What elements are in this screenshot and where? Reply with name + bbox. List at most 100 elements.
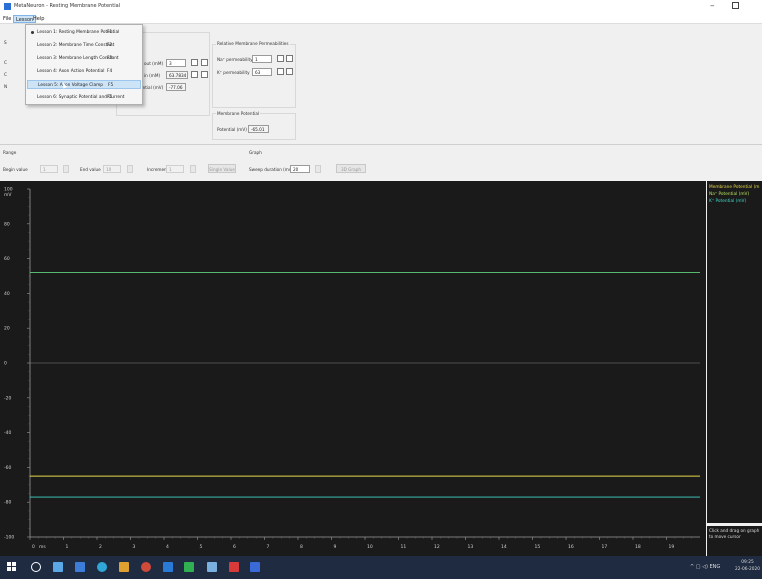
x-tick-label: 12 (434, 544, 440, 550)
photos-icon[interactable] (207, 562, 217, 572)
y-tick-label: 100 (4, 187, 13, 193)
sweep-duration-field[interactable]: 20 (290, 165, 310, 173)
system-tray[interactable]: ^ □ ◁) ENG (690, 564, 720, 570)
x-tick-label: 3 (133, 544, 136, 550)
conc-out-checkbox-2[interactable] (201, 59, 208, 66)
metaneuron-taskbar-icon[interactable] (250, 562, 260, 572)
search-icon[interactable] (31, 562, 41, 572)
membrane-potential-plot[interactable]: 100806040200-20-40-60-80-100mV0 1 2 3 4 5 6 7 8 9… (0, 181, 706, 556)
lesson-menu-label: Lesson 5: Axon Voltage Clamp (38, 83, 103, 88)
na-permeability-checkbox-2[interactable] (286, 55, 293, 62)
x-tick-label: 18 (635, 544, 641, 550)
equil-potential-label: ential (mV) (140, 85, 164, 90)
minimize-button[interactable]: – (710, 1, 715, 11)
app-icon-red[interactable] (141, 562, 151, 572)
k-permeability-checkbox[interactable] (277, 68, 284, 75)
x-tick-label: 10 (367, 544, 373, 550)
permeabilities-group (212, 44, 296, 108)
menu-file[interactable]: File (1, 15, 13, 23)
begin-value-spinner[interactable] (63, 165, 69, 173)
conc-in-label: n in (mM) (140, 73, 161, 78)
maximize-button[interactable] (732, 2, 739, 9)
file-explorer-icon[interactable] (119, 562, 129, 572)
lesson-menu-shortcut: F3 (107, 56, 113, 61)
k-permeability-checkbox-2[interactable] (286, 68, 293, 75)
graph-3d-button[interactable]: 3D Graph (336, 164, 366, 173)
x-tick-label: 7 (267, 544, 270, 550)
conc-in-field[interactable]: 63.7834 (166, 71, 188, 79)
x-tick-label: 16 (568, 544, 574, 550)
na-permeability-checkbox[interactable] (277, 55, 284, 62)
y-tick-label: -60 (4, 465, 11, 471)
browser-icon[interactable] (75, 562, 85, 572)
end-value-spinner[interactable] (127, 165, 133, 173)
lesson-dropdown: Lesson 1: Resting Membrane Potential F1 Le… (25, 24, 143, 105)
graph-title: Graph (249, 150, 262, 155)
end-value-field[interactable]: 10 (103, 165, 121, 173)
increment-field[interactable]: 1 (166, 165, 184, 173)
taskbar: ^ □ ◁) ENG 09:25 22-06-2020 (0, 556, 762, 579)
na-permeability-label: Na⁺ permeability (217, 57, 253, 62)
edge-icon[interactable] (97, 562, 107, 572)
x-tick-label: 17 (602, 544, 608, 550)
x-tick-label: 6 (233, 544, 236, 550)
lesson-menu-item-1[interactable]: Lesson 1: Resting Membrane Potential F1 (27, 28, 141, 37)
single-value-button[interactable]: Single Value (208, 164, 236, 173)
y-tick-label: 40 (4, 291, 10, 297)
hidden-letter: N (4, 84, 8, 89)
menu-help[interactable]: Help (31, 15, 46, 23)
x-tick-label: 5 (200, 544, 203, 550)
conc-out-checkbox[interactable] (191, 59, 198, 66)
begin-value-field[interactable]: 1 (40, 165, 58, 173)
membrane-potential-label: Potential (mV) (217, 127, 247, 132)
x-tick-label: 9 (334, 544, 337, 550)
lesson-menu-shortcut: F5 (108, 83, 114, 88)
membrane-potential-field: -65.01 (248, 125, 269, 133)
legend-membrane-potential: Membrane Potential (m (709, 185, 760, 190)
x-tick-label: 1 (66, 544, 69, 550)
cursor-hint: Click and drag on graph to move cursor (707, 526, 762, 556)
hidden-letter: S (4, 40, 7, 45)
powerpoint-icon[interactable] (229, 562, 239, 572)
lesson-menu-shortcut: F1 (107, 30, 113, 35)
hidden-letter: C (4, 72, 7, 77)
task-view-icon[interactable] (53, 562, 63, 572)
x-tick-label: 2 (99, 544, 102, 550)
legend-panel: Membrane Potential (m Na⁺ Potential (mV)… (707, 181, 762, 523)
legend-na-potential: Na⁺ Potential (mV) (709, 192, 750, 197)
end-value-label: End value (80, 167, 101, 172)
lesson-menu-item-5[interactable]: Lesson 5: Axon Voltage Clamp F5 (27, 80, 141, 89)
conc-out-label: n out (mM) (140, 61, 164, 66)
start-windows-icon[interactable] (7, 562, 17, 572)
conc-in-checkbox-2[interactable] (201, 71, 208, 78)
sweep-duration-spinner[interactable] (315, 165, 321, 173)
store-icon[interactable] (163, 562, 173, 572)
conc-in-checkbox[interactable] (191, 71, 198, 78)
k-permeability-field[interactable]: 63 (252, 68, 272, 76)
legend-k-potential: K⁺ Potential (mV) (709, 199, 747, 204)
window-title: MetaNeuron - Resting Membrane Potential (14, 3, 121, 9)
membrane-potential-title: Membrane Potential (216, 111, 261, 116)
x-tick-label: 4 (166, 544, 169, 550)
x-tick-label: 11 (401, 544, 407, 550)
x-tick-label: 19 (669, 544, 675, 550)
lesson-menu-label: Lesson 2: Membrane Time Constant (37, 43, 115, 48)
y-tick-label: 80 (4, 221, 10, 227)
increment-spinner[interactable] (190, 165, 196, 173)
lesson-menu-item-6[interactable]: Lesson 6: Synaptic Potential and Current… (27, 93, 141, 102)
y-tick-label: -40 (4, 430, 11, 436)
permeabilities-title: Relative Membrane Permeabilities (216, 41, 290, 46)
y-tick-label: -20 (4, 395, 11, 401)
conc-out-field[interactable]: 3 (166, 59, 186, 67)
lesson-menu-item-4[interactable]: Lesson 4: Axon Action Potential F4 (27, 67, 141, 76)
x-tick-label: 14 (501, 544, 507, 550)
begin-value-label: Begin value (3, 167, 28, 172)
lesson-menu-item-2[interactable]: Lesson 2: Membrane Time Constant F2 (27, 41, 141, 50)
na-permeability-field[interactable]: 1 (252, 55, 272, 63)
excel-icon[interactable] (184, 562, 194, 572)
sweep-duration-label: Sweep duration (ms) (249, 167, 293, 172)
clock[interactable]: 09:25 22-06-2020 (735, 559, 760, 573)
x-tick-label: 0 (32, 544, 35, 550)
lesson-menu-item-3[interactable]: Lesson 3: Membrane Length Constant F3 (27, 54, 141, 63)
x-tick-label: 13 (468, 544, 474, 550)
